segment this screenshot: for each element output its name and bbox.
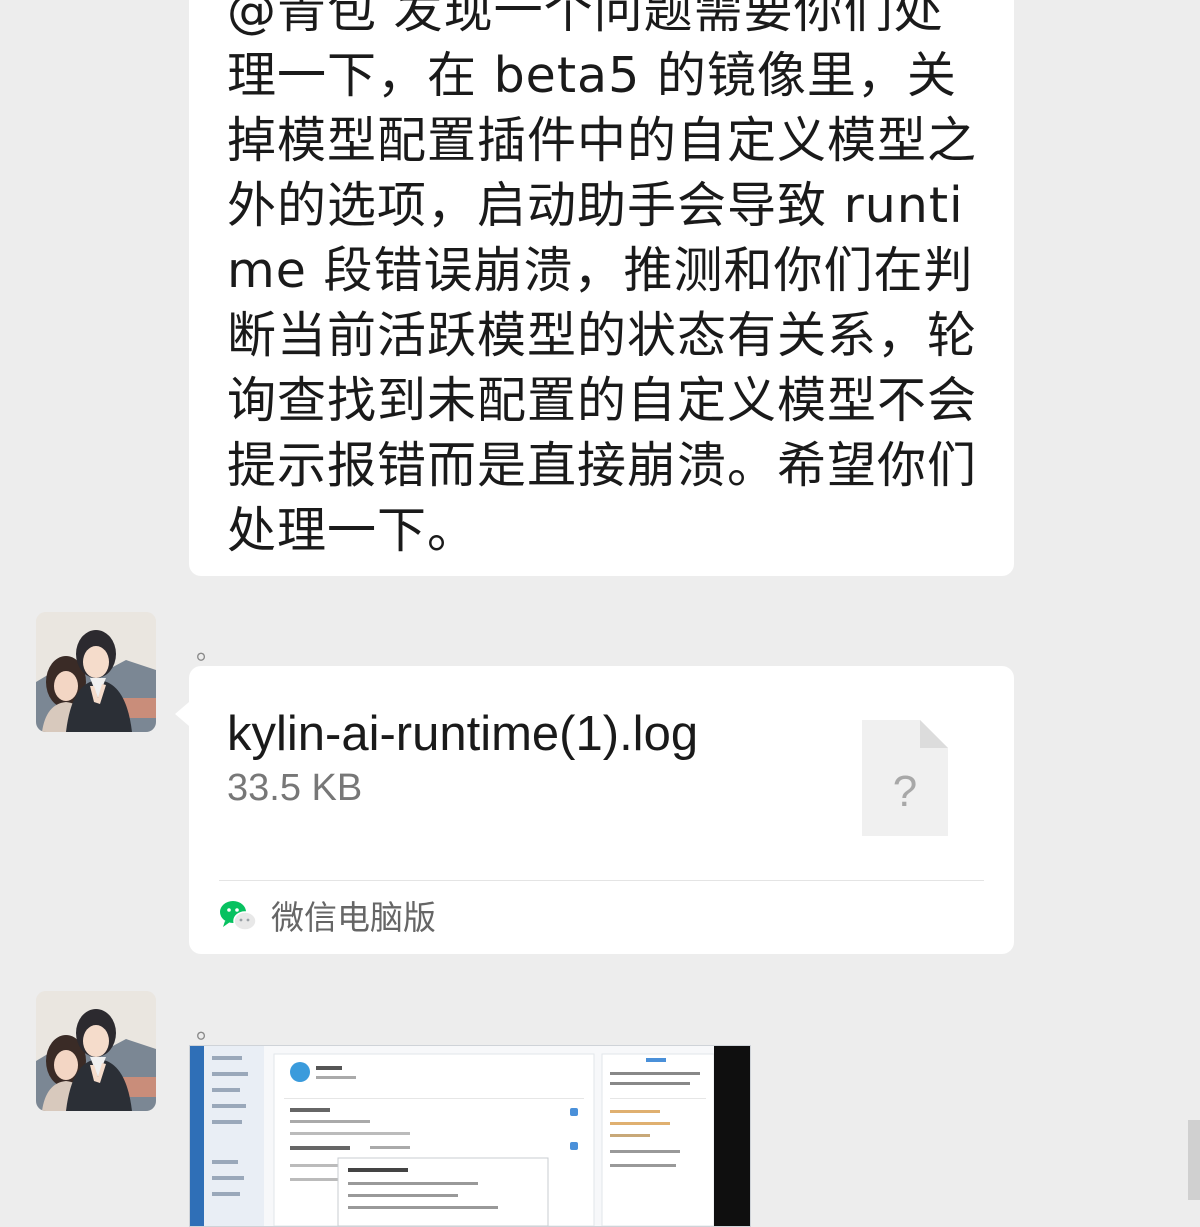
avatar-image [36, 991, 156, 1111]
text-message-bubble[interactable]: @青包 发现一个问题需要你们处理一下，在 beta5 的镜像里，关掉模型配置插件… [189, 0, 1014, 576]
avatar[interactable] [36, 612, 156, 732]
card-divider [219, 880, 984, 881]
scrollbar[interactable] [1188, 1120, 1200, 1200]
file-name: kylin-ai-runtime(1).log [227, 707, 699, 761]
file-icon-glyph: ? [893, 767, 917, 816]
screenshot-image [190, 1046, 750, 1226]
unknown-file-icon: ? [862, 720, 948, 836]
message-text: @青包 发现一个问题需要你们处理一下，在 beta5 的镜像里，关掉模型配置插件… [227, 0, 978, 559]
wechat-icon [219, 899, 257, 937]
avatar-image [36, 612, 156, 732]
sender-name: 。 [196, 636, 223, 666]
source-row: 微信电脑版 [219, 896, 436, 940]
bubble-tail [175, 702, 189, 726]
source-label: 微信电脑版 [271, 898, 436, 937]
file-message-card[interactable]: kylin-ai-runtime(1).log 33.5 KB ? 微信电脑版 [189, 666, 1014, 954]
avatar[interactable] [36, 991, 156, 1111]
file-size: 33.5 KB [227, 767, 363, 809]
sender-name: 。 [196, 1015, 223, 1045]
